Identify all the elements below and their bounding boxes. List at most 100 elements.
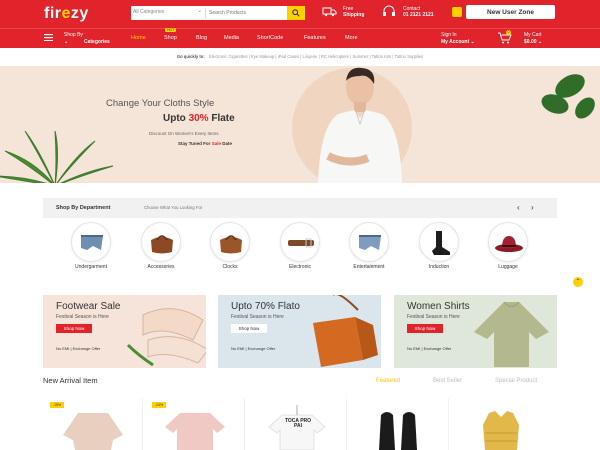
chevron-left-icon[interactable]: ‹ bbox=[517, 203, 520, 212]
categories-label: Categories ⌄ bbox=[64, 39, 110, 45]
banner-subtitle: Festival Season is Here bbox=[56, 314, 109, 320]
department-header: Shop By Department Choose What You Looki… bbox=[43, 198, 557, 218]
nav-shortcode[interactable]: ShortCode bbox=[257, 35, 283, 41]
tab-special-product[interactable]: Special Product bbox=[495, 378, 537, 384]
quick-link[interactable]: iPad Cases bbox=[278, 54, 299, 59]
logo-accent: e bbox=[61, 5, 71, 22]
chevron-up-icon: ⌃ bbox=[575, 279, 581, 285]
department-item[interactable]: Entertainment bbox=[339, 222, 399, 270]
scroll-to-top-button[interactable]: ⌃ bbox=[573, 277, 583, 287]
nav-media[interactable]: Media bbox=[224, 35, 239, 41]
department-item[interactable]: Undergarment bbox=[61, 222, 121, 270]
search-category-select[interactable]: All Categories bbox=[133, 7, 205, 15]
product-card[interactable] bbox=[451, 399, 551, 450]
hero-tuned: Stay Tuned For Sale Date bbox=[178, 141, 232, 146]
hot-badge: HOT bbox=[165, 28, 177, 32]
banner-title: Women Shirts bbox=[407, 301, 470, 312]
department-label: Induction bbox=[428, 264, 450, 270]
nav-features[interactable]: Features bbox=[304, 35, 326, 41]
tee-print: TOCA PRO PAI bbox=[284, 418, 312, 429]
department-item[interactable]: Accessories bbox=[131, 222, 191, 270]
nav-home[interactable]: Home bbox=[131, 35, 146, 41]
product-card[interactable]: -15% bbox=[43, 399, 143, 450]
nav-blog[interactable]: Blog bbox=[196, 35, 207, 41]
contact-line2: 01 2121 2121 bbox=[403, 12, 434, 18]
product-card[interactable]: TOCA PRO PAI bbox=[247, 399, 347, 450]
product-card[interactable] bbox=[349, 399, 449, 450]
product-image bbox=[63, 413, 123, 450]
department-item[interactable]: Clocks bbox=[200, 222, 260, 270]
hero-tuned-highlight: Sale bbox=[211, 141, 221, 146]
hero-offer-percent: 30% bbox=[188, 113, 209, 124]
banner-footer: No EMI | Exchange Offer bbox=[407, 346, 452, 351]
search-divider bbox=[205, 8, 206, 18]
department-image bbox=[71, 222, 111, 262]
department-subtitle: Choose What You Looking For bbox=[144, 205, 203, 210]
logo-text: fir bbox=[44, 5, 62, 22]
tab-best-seller[interactable]: Best Seller bbox=[433, 378, 462, 384]
quick-link[interactable]: Lingerie bbox=[303, 54, 318, 59]
department-item[interactable]: Electronic bbox=[270, 222, 330, 270]
chevron-right-icon[interactable]: › bbox=[531, 203, 534, 212]
quick-link[interactable]: Summer bbox=[352, 54, 368, 59]
shop-now-button[interactable]: Shop Now bbox=[407, 324, 443, 333]
hero-offer-prefix: Upto bbox=[163, 113, 186, 124]
categories-text: Categories bbox=[84, 39, 110, 45]
product-image bbox=[165, 413, 225, 450]
headset-icon bbox=[383, 5, 395, 16]
shop-by-department: Shop By Department Choose What You Looki… bbox=[43, 198, 557, 278]
truck-icon bbox=[322, 7, 337, 17]
department-image bbox=[141, 222, 181, 262]
quick-link[interactable]: Eye Makeup bbox=[251, 54, 274, 59]
promo-banner-shirts[interactable]: Women Shirts Festival Season is Here Sho… bbox=[394, 295, 557, 368]
logo-tail: zy bbox=[70, 5, 89, 22]
search-input[interactable] bbox=[209, 8, 289, 18]
cart-total: $0.00 ⌄ bbox=[524, 39, 543, 45]
department-image bbox=[280, 222, 320, 262]
product-image bbox=[379, 412, 417, 450]
department-image bbox=[488, 222, 528, 262]
department-item[interactable]: Induction bbox=[409, 222, 469, 270]
search-button[interactable] bbox=[287, 6, 305, 20]
promo-banner-footwear[interactable]: Footwear Sale Festival Season is Here Sh… bbox=[43, 295, 206, 368]
banner-subtitle: Festival Season is Here bbox=[231, 314, 284, 320]
banner-footer: No EMI | Exchange Offer bbox=[56, 346, 101, 351]
main-nav: Shop By Categories ⌄ Home HOT Shop Blog … bbox=[0, 28, 600, 48]
hero-tuned-prefix: Stay Tuned For bbox=[178, 141, 211, 146]
tab-featured[interactable]: Featured bbox=[376, 378, 400, 384]
shop-now-button[interactable]: Shop Now bbox=[56, 324, 92, 333]
user-icon bbox=[452, 7, 462, 17]
quick-link[interactable]: Tattoo Kits bbox=[372, 54, 392, 59]
department-label: Clocks bbox=[222, 264, 238, 270]
hero-subtext: Discount On Women's Every Items bbox=[149, 131, 219, 136]
nav-shop[interactable]: Shop bbox=[164, 35, 177, 41]
my-account-dropdown[interactable]: My Account ⌄ bbox=[441, 39, 475, 45]
department-label: Undergarment bbox=[75, 264, 107, 270]
new-user-label: New User Zone bbox=[487, 8, 534, 16]
product-card[interactable]: -24% bbox=[145, 399, 245, 450]
nav-more[interactable]: More bbox=[345, 35, 358, 41]
quick-link[interactable]: Tattoo Supplies bbox=[395, 54, 424, 59]
handbag-image bbox=[313, 295, 378, 367]
new-user-zone-button[interactable]: New User Zone bbox=[452, 5, 555, 19]
department-item[interactable]: Luggage bbox=[478, 222, 538, 270]
sign-in-link[interactable]: Sign In bbox=[441, 32, 457, 38]
banner-subtitle: Festival Season is Here bbox=[407, 314, 460, 320]
top-header: firezy All Categories Free Shipping Cont… bbox=[0, 0, 600, 28]
department-image bbox=[349, 222, 389, 262]
shop-now-button[interactable]: Shop Now bbox=[231, 324, 267, 333]
department-image bbox=[210, 222, 250, 262]
quick-link[interactable]: Electronic Cigarettes bbox=[209, 54, 248, 59]
shop-by-label: Shop By bbox=[64, 32, 83, 38]
quick-links-label: Go quickly to: bbox=[176, 54, 205, 59]
promo-banner-bags[interactable]: Upto 70% Flato Festival Season is Here S… bbox=[218, 295, 381, 368]
product-image bbox=[483, 411, 519, 450]
hero-tuned-suffix: Date bbox=[222, 141, 232, 146]
department-image bbox=[419, 222, 459, 262]
quick-link[interactable]: RC Helicopters bbox=[321, 54, 349, 59]
department-label: Luggage bbox=[498, 264, 518, 270]
hero-banner[interactable]: Change Your Cloths Style Upto 30% Flate … bbox=[0, 66, 600, 183]
banner-title: Upto 70% Flato bbox=[231, 301, 300, 312]
search-bar: All Categories bbox=[131, 6, 305, 20]
logo[interactable]: firezy bbox=[44, 5, 89, 23]
